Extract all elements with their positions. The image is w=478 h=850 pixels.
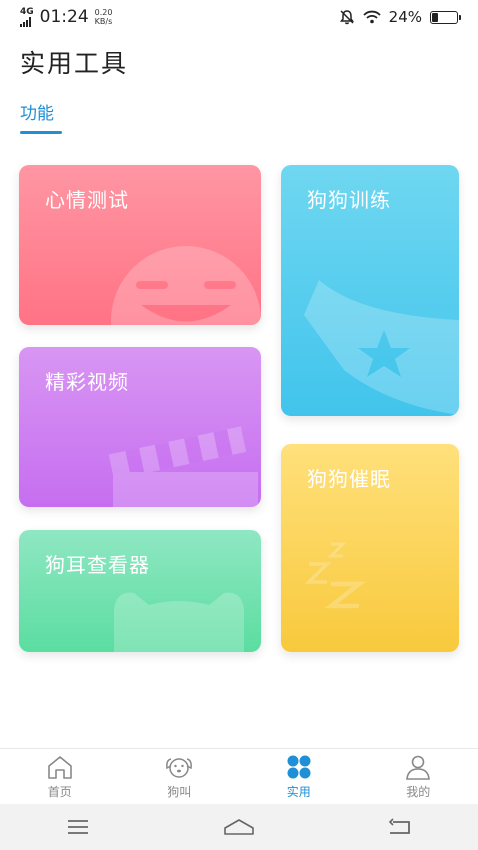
nav-profile-label: 我的 [406, 784, 431, 799]
signal-icon: 4G [20, 6, 34, 27]
mute-bell-icon [339, 10, 354, 25]
wifi-icon [363, 10, 381, 24]
card-mood-test-label: 心情测试 [45, 188, 129, 212]
home-icon [47, 755, 72, 779]
network-type: 4G [20, 6, 34, 17]
card-video[interactable]: 精彩视频 [19, 347, 261, 507]
flag-star-icon [304, 280, 459, 415]
home-outline-icon[interactable] [222, 817, 256, 837]
status-right: 24% [339, 8, 461, 26]
nav-profile[interactable]: 我的 [378, 754, 458, 800]
user-icon [406, 755, 431, 780]
battery-percent: 24% [388, 8, 422, 26]
tab-functions[interactable]: 功能 [20, 99, 54, 124]
menu-icon[interactable] [65, 817, 91, 837]
clapperboard-icon [108, 426, 258, 507]
moon-zzz-icon [304, 542, 432, 652]
smiley-face-icon [111, 246, 261, 325]
bottom-nav: 首页 狗叫 实用 我的 [0, 748, 478, 804]
nav-dog-bark[interactable]: 狗叫 [139, 754, 219, 800]
card-video-label: 精彩视频 [45, 370, 129, 394]
system-nav [0, 804, 478, 850]
tab-indicator [20, 131, 62, 134]
dog-face-icon [166, 757, 193, 778]
status-left: 4G 01:24 0.20 KB/s [20, 7, 112, 27]
battery-icon [430, 10, 461, 24]
card-dog-ear-viewer-label: 狗耳查看器 [45, 553, 150, 577]
card-dog-hypnosis[interactable]: 狗狗催眠 [281, 444, 459, 652]
dog-head-icon [114, 592, 244, 652]
card-mood-test[interactable]: 心情测试 [19, 165, 261, 325]
card-dog-ear-viewer[interactable]: 狗耳查看器 [19, 530, 261, 652]
status-bar: 4G 01:24 0.20 KB/s 24% [0, 0, 478, 34]
nav-home[interactable]: 首页 [20, 754, 100, 800]
nav-home-label: 首页 [47, 784, 72, 799]
clock: 01:24 [39, 7, 89, 27]
back-icon[interactable] [387, 817, 413, 837]
nav-dog-bark-label: 狗叫 [167, 784, 192, 799]
card-dog-training[interactable]: 狗狗训练 [281, 165, 459, 416]
card-dog-training-label: 狗狗训练 [307, 188, 391, 212]
card-dog-hypnosis-label: 狗狗催眠 [307, 467, 391, 491]
page-title: 实用工具 [20, 49, 129, 78]
nav-tools-label: 实用 [286, 784, 311, 799]
grid-icon [287, 755, 311, 778]
nav-tools[interactable]: 实用 [259, 754, 339, 800]
network-speed: 0.20 KB/s [94, 8, 113, 26]
